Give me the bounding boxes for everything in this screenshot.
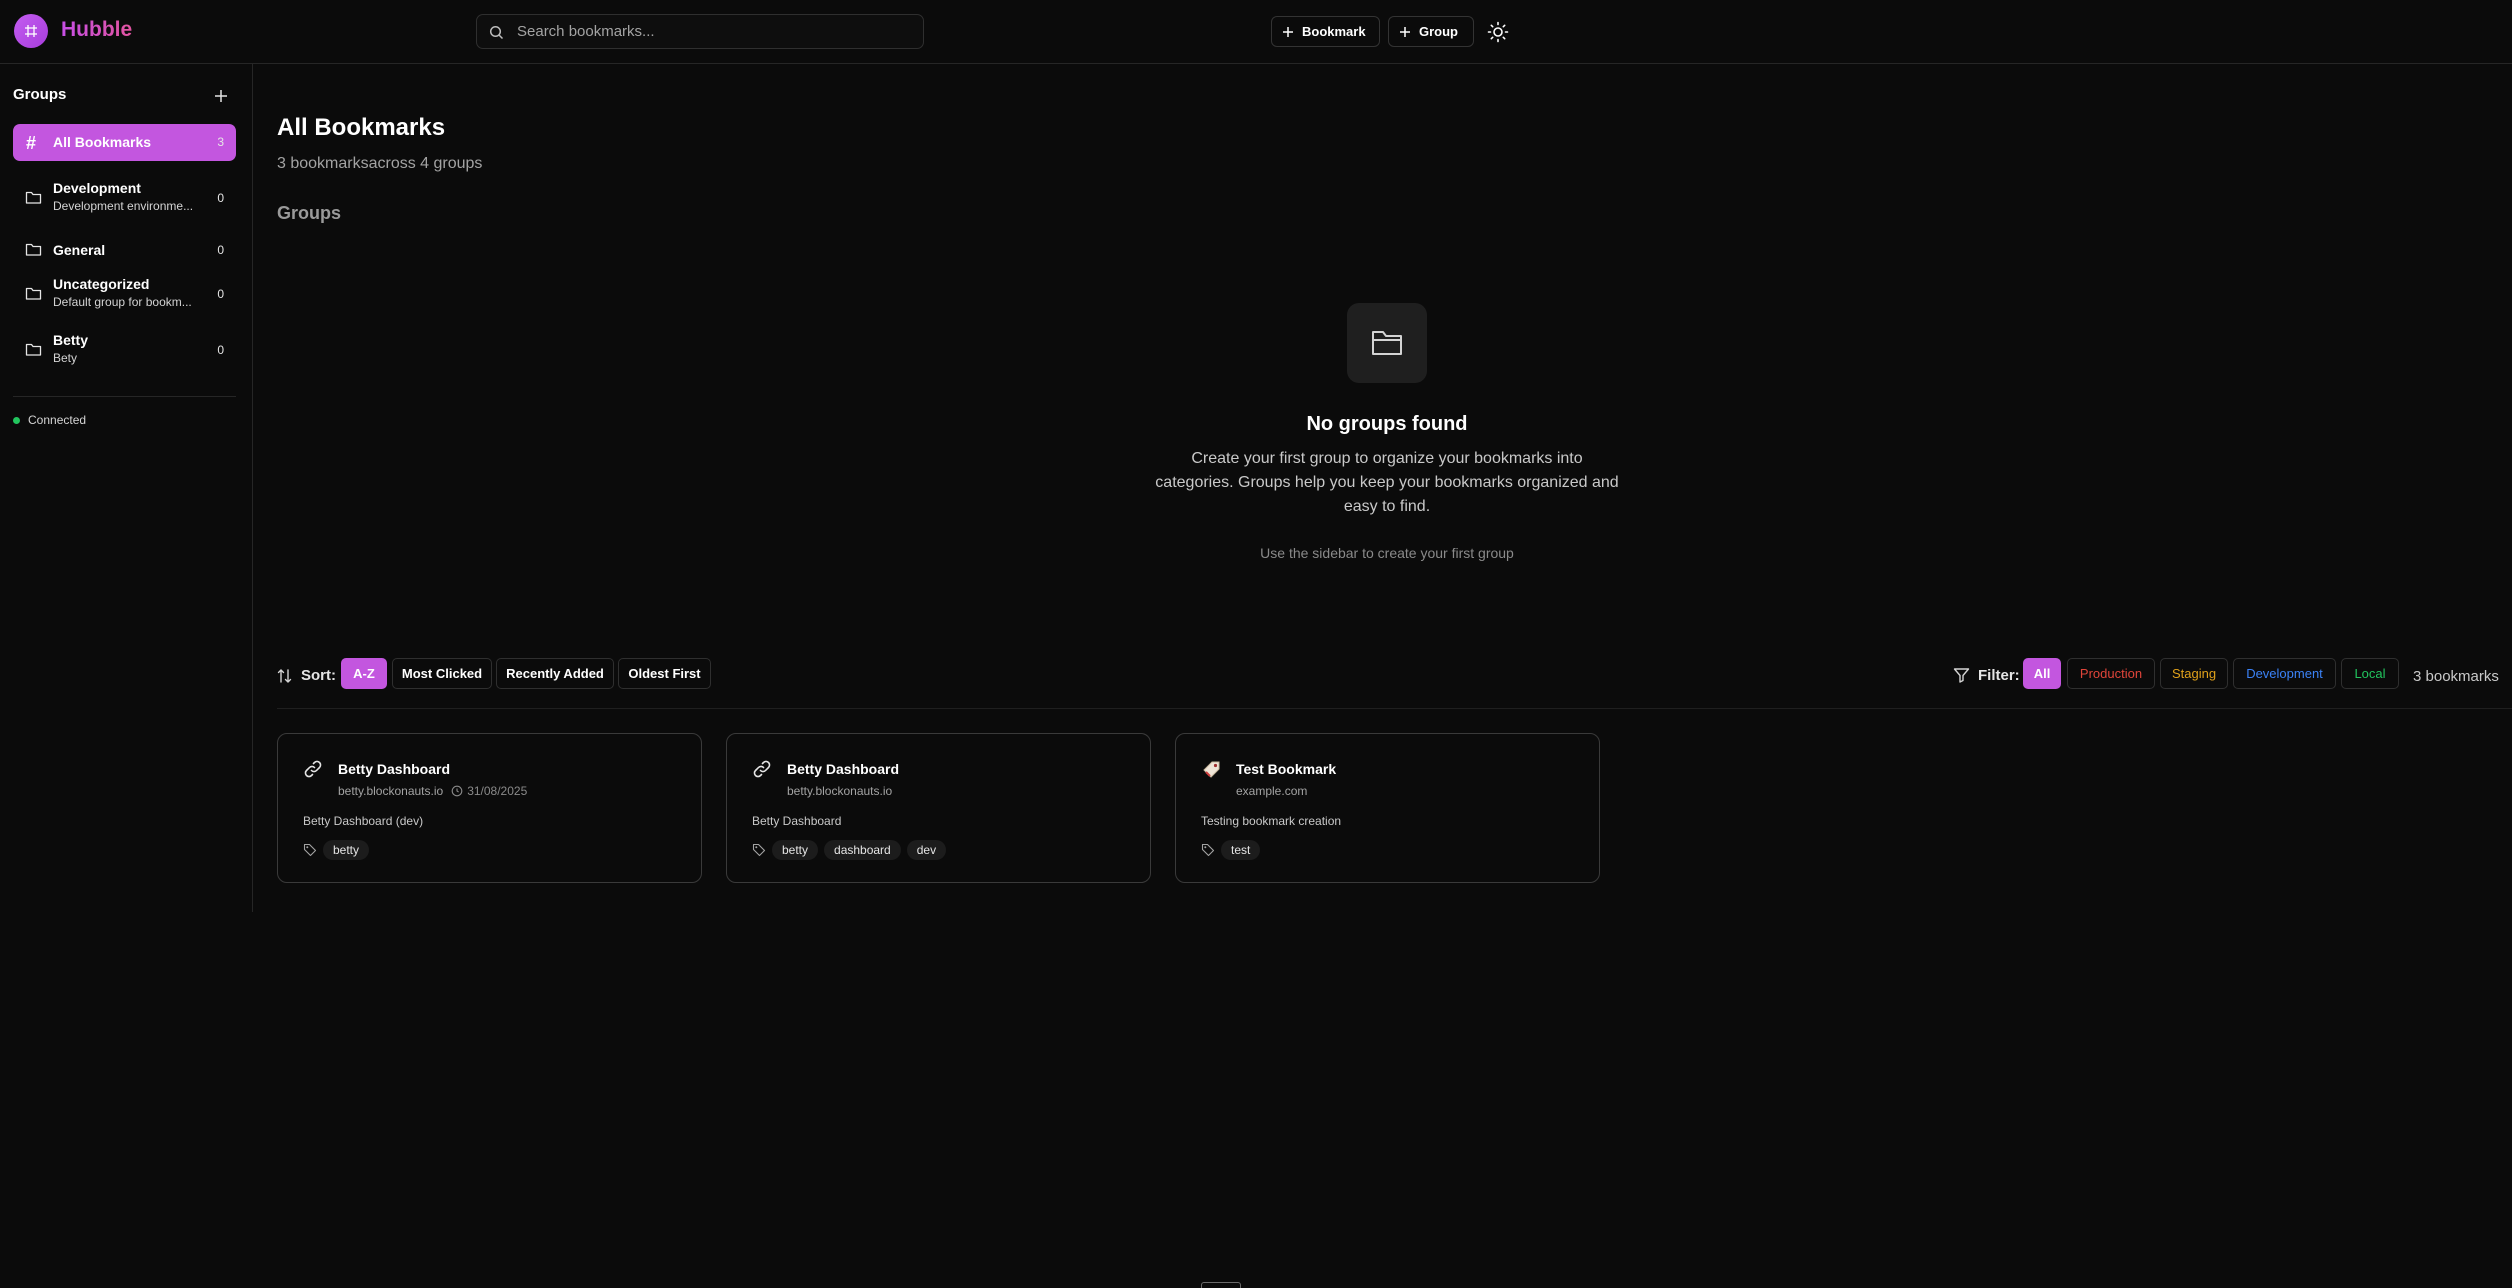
search-input[interactable] <box>517 15 917 48</box>
filter-option-all[interactable]: All <box>2023 658 2061 689</box>
sidebar: Groups # All Bookmarks 3 Development Dev… <box>0 64 253 912</box>
connection-status: Connected <box>13 413 86 427</box>
sidebar-item-general[interactable]: General 0 <box>13 232 236 268</box>
bookmark-title[interactable]: Betty Dashboard <box>338 761 450 777</box>
sidebar-item-development[interactable]: Development Development environme... 0 <box>13 178 236 222</box>
add-group-button[interactable]: Group <box>1388 16 1474 47</box>
tag-chip[interactable]: dashboard <box>824 840 901 860</box>
folder-icon <box>25 190 42 205</box>
page-title: All Bookmarks <box>277 114 446 141</box>
filter-option-local[interactable]: Local <box>2341 658 2399 689</box>
folder-icon <box>25 342 42 357</box>
connection-status-label: Connected <box>28 413 87 427</box>
sort-option-a-z[interactable]: A-Z <box>341 658 387 689</box>
folder-icon <box>25 242 42 257</box>
sun-icon[interactable] <box>1486 20 1510 44</box>
plus-icon <box>1282 26 1294 38</box>
bookmark-tags: test <box>1201 840 1261 860</box>
bookmark-domain: betty.blockonauts.io <box>338 784 444 798</box>
search-icon <box>489 25 504 40</box>
link-icon <box>752 759 772 779</box>
status-dot-icon <box>13 416 20 424</box>
filter-label: Filter: <box>1978 667 2020 684</box>
sidebar-item-description: Bety <box>53 351 78 365</box>
sort-icon <box>277 668 293 684</box>
bookmark-meta: example.com <box>1236 784 1307 798</box>
sidebar-item-label: Betty <box>53 332 89 348</box>
bookmark-date: 31/08/2025 <box>451 784 527 798</box>
toolbar-divider <box>277 708 2512 709</box>
sort-option-most-clicked[interactable]: Most Clicked <box>392 658 492 689</box>
bookmark-meta: betty.blockonauts.io <box>787 784 892 798</box>
sort-label: Sort: <box>301 667 336 684</box>
search-box[interactable] <box>476 14 924 49</box>
bookmark-tags: betty <box>303 840 370 860</box>
tag-chip[interactable]: betty <box>323 840 370 860</box>
add-bookmark-label: Bookmark <box>1302 24 1366 39</box>
hash-icon: # <box>26 133 37 153</box>
bookmark-domain: betty.blockonauts.io <box>787 784 893 798</box>
bookmark-meta: betty.blockonauts.io 31/08/2025 <box>338 784 527 798</box>
bookmark-tags: betty dashboard dev <box>752 840 947 860</box>
top-bar: Hubble Bookmark Group <box>0 0 2512 64</box>
sidebar-title: Groups <box>13 86 67 103</box>
empty-state-title: No groups found <box>1306 413 1468 435</box>
sidebar-item-count: 0 <box>217 243 224 257</box>
sidebar-item-label: All Bookmarks <box>53 134 152 150</box>
bookmark-count: 3 bookmarks <box>2413 668 2499 685</box>
tag-chip[interactable]: test <box>1221 840 1261 860</box>
main-content: All Bookmarks 3 bookmarksacross 4 groups… <box>253 64 2512 1288</box>
filter-icon <box>1953 667 1970 683</box>
empty-state-hint: Use the sidebar to create your first gro… <box>1260 545 1514 561</box>
sidebar-item-label: Uncategorized <box>53 276 150 292</box>
link-icon <box>303 759 323 779</box>
add-bookmark-button[interactable]: Bookmark <box>1271 16 1380 47</box>
bookmark-description: Betty Dashboard <box>752 814 842 828</box>
bookmark-card[interactable]: Test Bookmark example.com Testing bookma… <box>1175 733 1600 883</box>
sidebar-item-betty[interactable]: Betty Bety 0 <box>13 330 236 374</box>
sidebar-divider <box>13 396 236 397</box>
sidebar-item-count: 0 <box>217 191 224 205</box>
clock-icon <box>451 785 463 797</box>
sidebar-item-description: Development environme... <box>53 199 194 213</box>
tag-chip[interactable]: betty <box>772 840 819 860</box>
sidebar-item-count: 0 <box>217 343 224 357</box>
filter-option-staging[interactable]: Staging <box>2160 658 2228 689</box>
sort-option-recently-added[interactable]: Recently Added <box>496 658 614 689</box>
bookmark-title[interactable]: Test Bookmark <box>1236 761 1336 777</box>
sort-option-oldest-first[interactable]: Oldest First <box>618 658 711 689</box>
add-group-icon[interactable] <box>213 88 229 104</box>
tag-chip[interactable]: dev <box>906 840 947 860</box>
tag-icon <box>752 843 766 857</box>
logo-icon[interactable] <box>14 14 48 48</box>
sidebar-item-count: 3 <box>217 135 224 149</box>
sidebar-item-count: 0 <box>217 287 224 301</box>
filter-option-development[interactable]: Development <box>2233 658 2336 689</box>
bookmark-domain: example.com <box>1236 784 1308 798</box>
folder-icon <box>25 286 42 301</box>
sidebar-item-label: Development <box>53 180 141 196</box>
bookmark-description: Betty Dashboard (dev) <box>303 814 424 828</box>
sidebar-item-description: Default group for bookm... <box>53 295 192 309</box>
bookmark-description: Testing bookmark creation <box>1201 814 1342 828</box>
brand-name[interactable]: Hubble <box>61 18 132 42</box>
bookmark-date-text: 31/08/2025 <box>467 784 528 798</box>
bookmark-tag-icon <box>1201 759 1223 781</box>
empty-folder-icon <box>1347 303 1427 383</box>
filter-option-production[interactable]: Production <box>2067 658 2155 689</box>
tag-icon <box>303 843 317 857</box>
bottom-handle <box>1201 1282 1241 1288</box>
sidebar-item-label: General <box>53 242 106 258</box>
add-group-label: Group <box>1419 24 1458 39</box>
plus-icon <box>1399 26 1411 38</box>
bookmark-title[interactable]: Betty Dashboard <box>787 761 899 777</box>
empty-state-description: Create your first group to organize your… <box>1155 450 1619 515</box>
bookmark-card[interactable]: Betty Dashboard betty.blockonauts.io 31/… <box>277 733 702 883</box>
groups-heading: Groups <box>277 203 342 223</box>
sidebar-item-all-bookmarks[interactable]: # All Bookmarks 3 <box>13 124 236 161</box>
sidebar-item-uncategorized[interactable]: Uncategorized Default group for bookm...… <box>13 274 236 318</box>
tag-icon <box>1201 843 1215 857</box>
bookmark-card[interactable]: Betty Dashboard betty.blockonauts.io Bet… <box>726 733 1151 883</box>
page-subtitle: 3 bookmarksacross 4 groups <box>277 155 483 172</box>
